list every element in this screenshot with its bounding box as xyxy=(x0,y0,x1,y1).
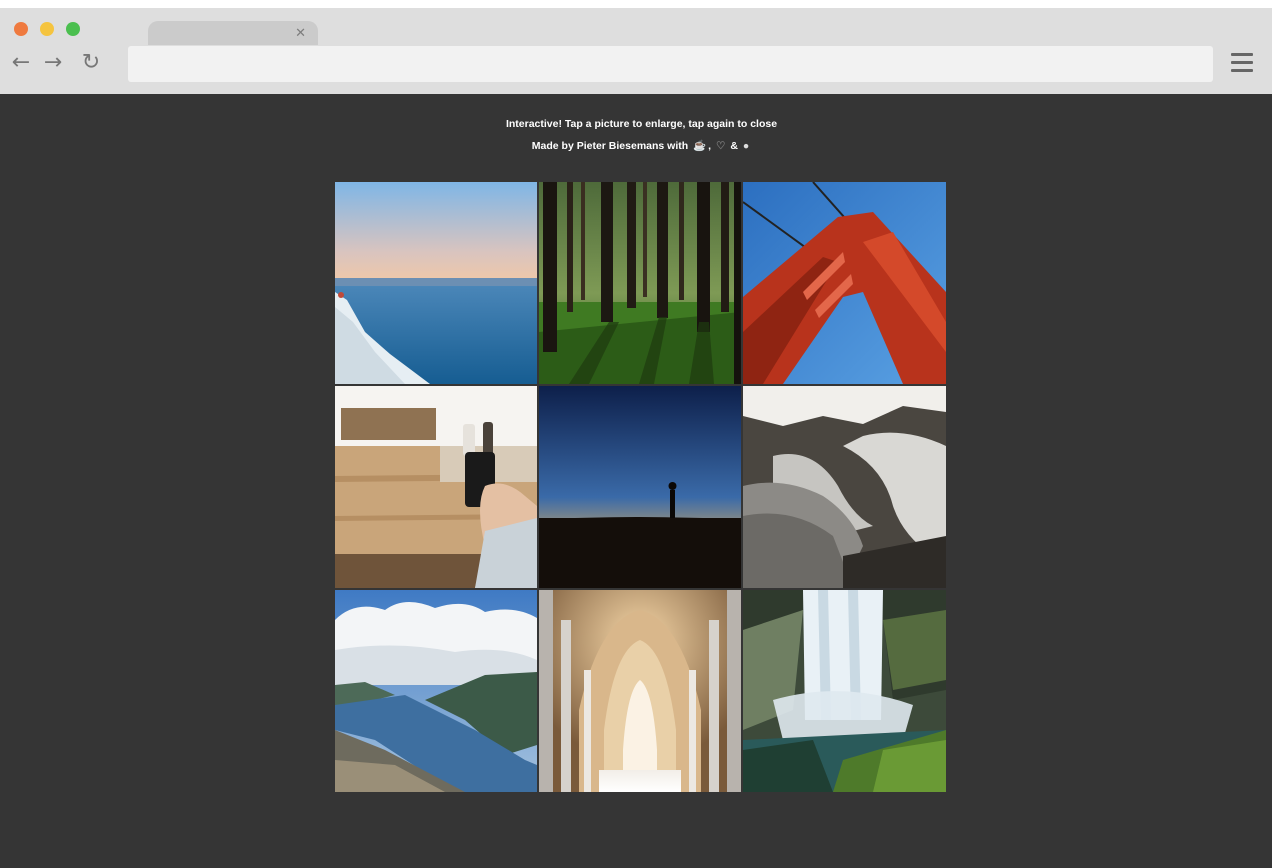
reload-icon[interactable]: ↻ xyxy=(80,52,102,74)
page-content: Interactive! Tap a picture to enlarge, t… xyxy=(0,94,1272,868)
browser-chrome: ✕ ← → ↻ xyxy=(0,8,1272,94)
gallery-photo-silhouette[interactable] xyxy=(539,386,741,588)
arrow-right-icon[interactable]: → xyxy=(42,52,64,74)
coffee-icon: ☕ xyxy=(693,140,707,152)
maximize-window-button[interactable] xyxy=(66,22,80,36)
close-window-button[interactable] xyxy=(14,22,28,36)
photo-gallery xyxy=(335,182,948,794)
gallery-photo-waterfall[interactable] xyxy=(743,590,946,792)
gallery-photo-table-phone[interactable] xyxy=(335,386,537,588)
browser-window: ✕ ← → ↻ Interactive! Tap a picture to en… xyxy=(0,8,1272,868)
gallery-photo-fjord[interactable] xyxy=(335,590,537,792)
gallery-photo-cathedral[interactable] xyxy=(539,590,741,792)
close-icon[interactable]: ✕ xyxy=(295,24,306,42)
gallery-photo-sea-ice[interactable] xyxy=(335,182,537,384)
credit-text: Made by Pieter Biesemans with xyxy=(531,140,689,152)
address-bar[interactable] xyxy=(128,46,1213,82)
gallery-photo-forest[interactable] xyxy=(539,182,741,384)
code-icon: ● xyxy=(742,140,750,152)
heart-icon: ♡ xyxy=(716,140,726,152)
gallery-photo-steam-rocks[interactable] xyxy=(743,386,946,588)
credit-comma: , xyxy=(708,140,712,152)
gallery-photo-bridge[interactable] xyxy=(743,182,946,384)
credit-ampersand: & xyxy=(730,140,738,152)
minimize-window-button[interactable] xyxy=(40,22,54,36)
arrow-left-icon[interactable]: ← xyxy=(10,52,32,74)
credit-line: Made by Pieter Biesemans with ☕, ♡ & ● xyxy=(0,140,1272,152)
browser-tab[interactable]: ✕ xyxy=(148,21,318,45)
hamburger-menu-icon[interactable] xyxy=(1231,53,1253,73)
intro-text: Interactive! Tap a picture to enlarge, t… xyxy=(505,118,778,130)
